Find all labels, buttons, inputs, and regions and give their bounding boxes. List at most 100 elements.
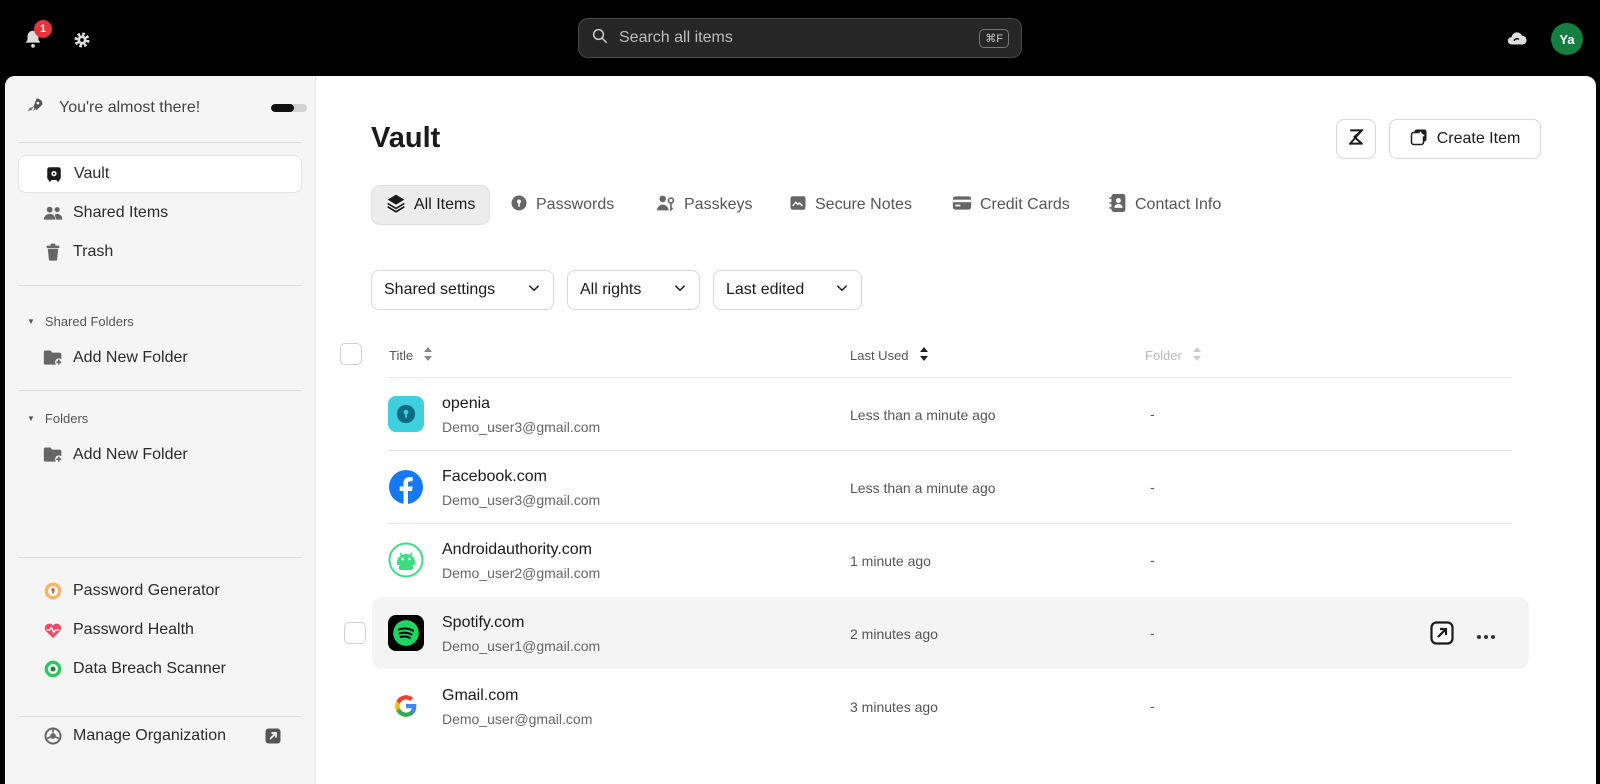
users-icon — [43, 203, 63, 223]
tab-contact-info[interactable]: Contact Info — [1095, 185, 1235, 225]
tab-label: Passkeys — [684, 196, 753, 213]
column-header-title[interactable]: Title — [389, 346, 433, 364]
tab-all-items[interactable]: All Items — [371, 185, 491, 225]
item-folder: - — [1150, 552, 1155, 568]
create-item-icon — [1410, 128, 1428, 151]
item-folder: - — [1150, 406, 1155, 422]
add-shared-folder-button[interactable]: Add New Folder — [18, 339, 302, 377]
item-last-used: 2 minutes ago — [850, 626, 938, 642]
select-all-checkbox[interactable] — [340, 343, 362, 365]
filter-all-rights[interactable]: All rights — [567, 270, 700, 310]
column-header-folder[interactable]: Folder — [1145, 346, 1202, 364]
item-username: Demo_user@gmail.com — [442, 711, 593, 727]
table-row[interactable]: Androidauthority.com Demo_user2@gmail.co… — [372, 524, 1529, 596]
sidebar-item-label: Shared Items — [73, 204, 169, 221]
tab-passwords[interactable]: Passwords — [496, 185, 628, 225]
search-shortcut: ⌘F — [979, 28, 1009, 48]
chevron-down-icon — [673, 281, 687, 300]
sidebar-item-label: Data Breach Scanner — [73, 660, 226, 677]
sidebar-item-label: Trash — [73, 243, 114, 260]
trash-icon — [43, 242, 63, 262]
search-placeholder: Search all items — [619, 29, 733, 46]
shared-folders-header[interactable]: ▼ Shared Folders — [27, 311, 134, 331]
table-row[interactable]: Facebook.com Demo_user3@gmail.com Less t… — [372, 451, 1529, 523]
filter-shared-settings[interactable]: Shared settings — [371, 270, 554, 310]
onboarding-label: You're almost there! — [59, 99, 201, 116]
tab-passkeys[interactable]: Passkeys — [642, 185, 766, 225]
row-checkbox[interactable] — [344, 622, 366, 644]
facebook-logo-icon — [388, 469, 424, 505]
column-header-label: Last Used — [850, 347, 909, 363]
item-title: Androidauthority.com — [442, 541, 592, 558]
spotify-logo-icon — [388, 615, 424, 651]
folder-plus-icon — [43, 445, 63, 465]
more-options-icon[interactable] — [1476, 627, 1496, 645]
sidebar-item-vault[interactable]: Vault — [18, 155, 302, 193]
folders-header[interactable]: ▼ Folders — [27, 408, 88, 428]
tab-secure-notes[interactable]: Secure Notes — [775, 185, 926, 225]
divider — [18, 285, 302, 286]
table-row[interactable]: openia Demo_user3@gmail.com Less than a … — [372, 378, 1529, 450]
table-row[interactable]: Gmail.com Demo_user@gmail.com 3 minutes … — [372, 670, 1529, 742]
filter-last-edited[interactable]: Last edited — [713, 270, 862, 310]
column-header-label: Folder — [1145, 347, 1182, 363]
avatar[interactable]: Ya — [1551, 23, 1583, 55]
key-icon — [510, 194, 528, 217]
onboarding-progress-bar — [271, 104, 307, 112]
sidebar-item-label: Manage Organization — [73, 727, 226, 744]
chevron-down-icon — [527, 281, 541, 300]
filter-label: Last edited — [726, 281, 805, 298]
note-icon — [789, 194, 807, 217]
item-folder: - — [1150, 479, 1155, 495]
sidebar-item-label: Password Generator — [73, 582, 220, 599]
tab-label: Passwords — [536, 196, 615, 213]
sidebar-item-password-generator[interactable]: Password Generator — [18, 572, 302, 610]
item-title: openia — [442, 395, 491, 412]
add-folder-button[interactable]: Add New Folder — [18, 436, 302, 474]
tab-label: Contact Info — [1135, 196, 1222, 213]
credit-card-icon — [952, 195, 972, 216]
section-title: Shared Folders — [44, 313, 134, 329]
item-last-used: Less than a minute ago — [850, 407, 996, 423]
google-logo-icon — [388, 688, 424, 724]
heart-pulse-icon — [43, 620, 63, 640]
item-last-used: 1 minute ago — [850, 553, 931, 569]
rocket-icon — [25, 96, 45, 121]
sort-active-icon — [919, 346, 929, 365]
item-username: Demo_user3@gmail.com — [442, 492, 601, 508]
item-username: Demo_user2@gmail.com — [442, 565, 601, 581]
filter-label: Shared settings — [384, 281, 496, 298]
sidebar-item-password-health[interactable]: Password Health — [18, 611, 302, 649]
top-bar: 1 Search all items ⌘F Ya — [0, 0, 1600, 76]
external-link-icon[interactable] — [264, 727, 282, 750]
sidebar-item-label: Vault — [74, 165, 110, 182]
sidebar-item-trash[interactable]: Trash — [18, 233, 302, 271]
folder-plus-icon — [43, 348, 63, 368]
autofill-toggle-button[interactable] — [1336, 119, 1376, 159]
table-row[interactable]: Spotify.com Demo_user1@gmail.com 2 minut… — [344, 597, 1529, 669]
sidebar-item-shared-items[interactable]: Shared Items — [18, 194, 302, 232]
column-header-last-used[interactable]: Last Used — [850, 346, 929, 364]
divider — [18, 557, 302, 558]
gear-icon[interactable] — [68, 26, 96, 54]
sidebar-item-data-breach-scanner[interactable]: Data Breach Scanner — [18, 650, 302, 688]
create-item-button[interactable]: Create Item — [1389, 119, 1541, 159]
search-input[interactable]: Search all items ⌘F — [578, 18, 1022, 58]
manage-organization-item[interactable]: Manage Organization — [18, 717, 302, 755]
item-title: Spotify.com — [442, 614, 525, 631]
row-actions — [1430, 621, 1496, 650]
caret-down-icon: ▼ — [27, 316, 35, 326]
add-folder-label: Add New Folder — [73, 349, 188, 366]
search-icon — [591, 27, 609, 50]
onboarding-progress[interactable]: You're almost there! — [25, 94, 307, 122]
sort-icon — [423, 346, 433, 365]
open-external-icon[interactable] — [1430, 621, 1454, 650]
item-folder: - — [1150, 698, 1155, 714]
cloud-sync-icon[interactable] — [1503, 25, 1531, 53]
sort-icon — [1192, 346, 1202, 365]
breach-scanner-icon — [43, 659, 63, 679]
tab-credit-cards[interactable]: Credit Cards — [938, 185, 1084, 225]
item-last-used: 3 minutes ago — [850, 699, 938, 715]
item-username: Demo_user3@gmail.com — [442, 419, 601, 435]
chevron-down-icon — [835, 281, 849, 300]
